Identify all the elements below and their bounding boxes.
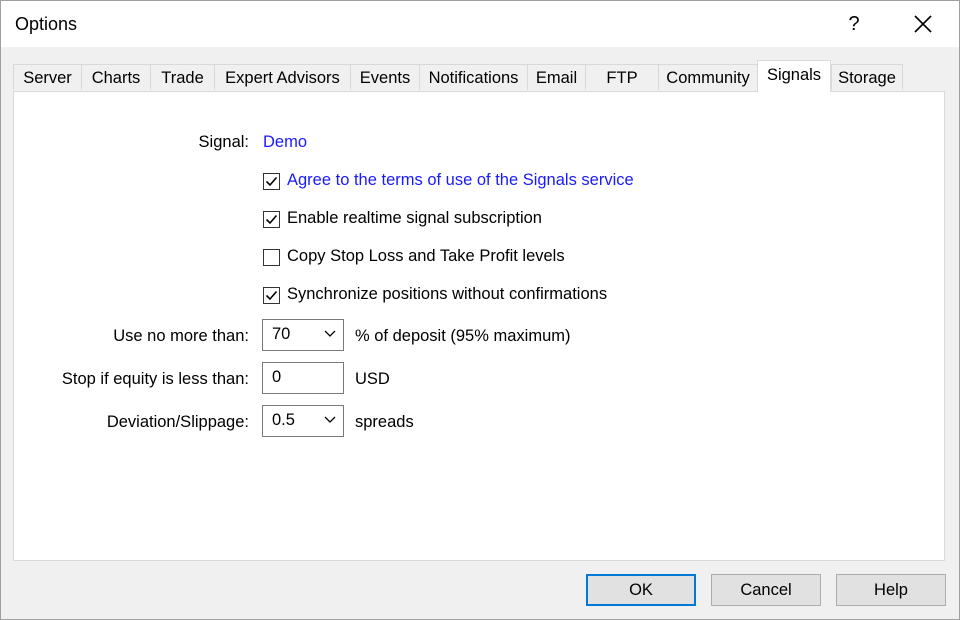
stop-equity-currency: USD (355, 370, 390, 388)
chevron-down-icon (324, 416, 336, 423)
help-icon[interactable]: ? (839, 9, 869, 39)
cancel-button[interactable]: Cancel (711, 574, 821, 606)
realtime-label: Enable realtime signal subscription (287, 209, 542, 227)
deviation-combo[interactable]: 0.5 (262, 405, 344, 437)
options-dialog: Options ? Server Charts Trade Expert Adv… (0, 0, 960, 620)
tab-expert-advisors[interactable]: Expert Advisors (214, 64, 351, 90)
help-button[interactable]: Help (836, 574, 946, 606)
deposit-percent-value: 70 (272, 325, 291, 343)
window-title: Options (15, 14, 78, 34)
tab-email[interactable]: Email (527, 64, 586, 90)
tab-charts[interactable]: Charts (81, 64, 151, 90)
tab-trade[interactable]: Trade (150, 64, 215, 90)
agree-checkbox[interactable] (263, 173, 280, 190)
sync-label: Synchronize positions without confirmati… (287, 285, 608, 303)
tab-storage[interactable]: Storage (831, 64, 903, 90)
tab-events[interactable]: Events (350, 64, 420, 90)
deviation-label: Deviation/Slippage: (106, 413, 249, 431)
deposit-percent-combo[interactable]: 70 (262, 319, 344, 351)
signal-link[interactable]: Demo (263, 133, 307, 152)
signals-panel: Signal: Demo Agree to the terms of use o… (13, 91, 945, 561)
realtime-checkbox[interactable] (263, 211, 280, 228)
sync-checkbox[interactable] (263, 287, 280, 304)
title-bar: Options ? (1, 1, 959, 47)
copy-sltp-label: Copy Stop Loss and Take Profit levels (287, 247, 565, 265)
ok-button[interactable]: OK (586, 574, 696, 606)
tab-community[interactable]: Community (658, 64, 758, 90)
tab-signals[interactable]: Signals (757, 60, 831, 92)
agree-terms-link[interactable]: Agree to the terms of use of the Signals… (287, 171, 634, 190)
tab-notifications[interactable]: Notifications (419, 64, 528, 90)
chevron-down-icon (324, 330, 336, 337)
use-no-more-label: Use no more than: (113, 327, 249, 345)
deposit-suffix: % of deposit (95% maximum) (355, 327, 571, 345)
close-icon[interactable] (905, 9, 941, 39)
stop-equity-label: Stop if equity is less than: (61, 370, 249, 388)
stop-equity-input[interactable]: 0 (262, 362, 344, 394)
signal-label: Signal: (198, 133, 249, 151)
tab-ftp[interactable]: FTP (585, 64, 659, 90)
deviation-suffix: spreads (355, 413, 414, 431)
copy-sltp-checkbox[interactable] (263, 249, 280, 266)
stop-equity-value: 0 (272, 368, 282, 386)
tab-server[interactable]: Server (13, 64, 82, 90)
deviation-value: 0.5 (272, 411, 295, 429)
